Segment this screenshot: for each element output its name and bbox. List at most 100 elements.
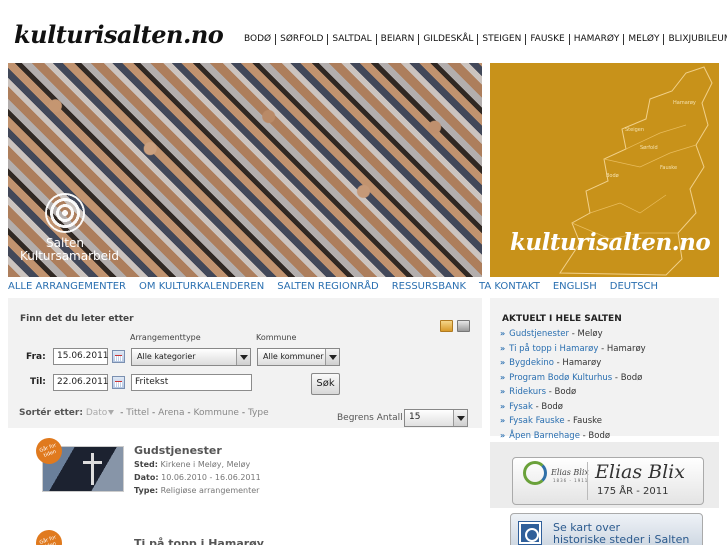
- topnav-item-meloy[interactable]: MELØY: [624, 34, 665, 45]
- blix-name: Elias Blix: [595, 461, 685, 483]
- aktuelt-link[interactable]: Ridekurs: [509, 387, 546, 397]
- nav-ressursbank[interactable]: RESSURSBANK: [392, 281, 466, 292]
- event-type: Type: Religiøse arrangementer: [134, 486, 259, 495]
- list-item: » Ti på topp i Hamarøy - Hamarøy: [500, 343, 646, 354]
- aktuelt-place: Bodø: [620, 372, 643, 383]
- map-marker-icon: [518, 521, 542, 545]
- print-icon[interactable]: [457, 320, 470, 332]
- export-icon[interactable]: [440, 320, 453, 332]
- salten-kultursamarbeid-logo: Salten Kultursamarbeid: [20, 193, 119, 263]
- sort-option-dato[interactable]: Dato: [86, 408, 107, 418]
- aktuelt-link[interactable]: Fysak: [509, 402, 533, 412]
- sort-down-icon: [108, 410, 115, 415]
- list-item: » Fysak Fauske - Fauske: [500, 416, 603, 426]
- from-date-input[interactable]: 15.06.2011: [53, 348, 109, 365]
- aktuelt-link[interactable]: Ti på topp i Hamarøy: [509, 344, 598, 354]
- topnav-item-sorfold[interactable]: SØRFOLD: [276, 34, 329, 45]
- aktuelt-link[interactable]: Åpen Barnehage: [509, 431, 580, 441]
- bullet-icon: »: [500, 430, 506, 440]
- event-item: Går for tiden Ti på topp i Hamarøy: [36, 530, 476, 545]
- limit-label: Begrens Antall: [337, 413, 403, 423]
- nav-ta-kontakt[interactable]: TA KONTAKT: [479, 281, 540, 292]
- search-panel-title: Finn det du leter etter: [20, 314, 134, 324]
- blix-jubilee-banner[interactable]: Elias Blix 1836 - 1911 Elias Blix 175 ÅR…: [512, 457, 704, 505]
- aktuelt-place: Hamarøy: [562, 358, 602, 368]
- sort-option-kommune[interactable]: Kommune: [194, 408, 239, 418]
- limit-select-value: 15: [409, 412, 421, 422]
- sort-option-arena[interactable]: Arena: [158, 408, 184, 418]
- topnav-item-bodo[interactable]: BODØ: [240, 34, 277, 45]
- event-venue: Sted: Kirkene i Meløy, Meløy: [134, 460, 250, 469]
- aktuelt-list: » Gudstjenester - Meløy » Ti på topp i Ham…: [500, 327, 646, 443]
- municipality-select[interactable]: Alle kommuner: [257, 348, 340, 366]
- event-item: Går for tiden Gudstjenester Sted: Kirken…: [32, 434, 476, 498]
- to-label: Til:: [30, 377, 46, 387]
- topnav-item-hamaroy[interactable]: HAMARØY: [570, 34, 625, 45]
- event-title[interactable]: Gudstjenester: [134, 444, 222, 457]
- salten-logo-line2: Kultursamarbeid: [20, 249, 119, 263]
- list-item: » Program Bodø Kulturhus - Bodø: [500, 372, 643, 383]
- to-date-input[interactable]: 22.06.2011: [53, 374, 109, 391]
- bullet-icon: »: [500, 401, 506, 411]
- list-item: » Fysak - Bodø: [500, 401, 563, 412]
- site-logo[interactable]: kulturisalten.no: [14, 20, 224, 49]
- venue-label: Sted:: [134, 460, 158, 469]
- type-value: Religiøse arrangementer: [160, 486, 260, 495]
- date-value: 10.06.2010 - 16.06.2011: [161, 473, 261, 482]
- topnav-item-gildeskal[interactable]: GILDESKÅL: [419, 34, 479, 45]
- list-item: » Åpen Barnehage - Bodø: [500, 430, 611, 441]
- topnav-item-fauske[interactable]: FAUSKE: [526, 34, 570, 45]
- to-calendar-icon[interactable]: [112, 376, 125, 389]
- swirl-icon: [45, 193, 85, 233]
- category-label: Arrangementtype: [130, 333, 201, 342]
- bullet-icon: »: [500, 416, 506, 425]
- municipality-nav: BODØ SØRFOLD SALTDAL BEIARN GILDESKÅL ST…: [240, 34, 727, 45]
- from-calendar-icon[interactable]: [112, 350, 125, 363]
- salten-map-banner[interactable]: Hamarøy Sørfold Steigen Bodø Fauske kult…: [490, 63, 719, 277]
- search-button[interactable]: Søk: [311, 373, 340, 395]
- type-label: Type:: [134, 486, 159, 495]
- chevron-down-icon: [453, 410, 467, 426]
- nav-alle-arrangementer[interactable]: ALLE ARRANGEMENTER: [8, 281, 126, 292]
- category-select[interactable]: Alle kategorier: [131, 348, 251, 366]
- main-nav: ALLE ARRANGEMENTER OM KULTURKALENDEREN S…: [8, 281, 671, 292]
- bullet-icon: »: [500, 372, 506, 382]
- topnav-item-steigen[interactable]: STEIGEN: [478, 34, 527, 45]
- nav-deutsch[interactable]: DEUTSCH: [610, 281, 658, 292]
- aktuelt-link[interactable]: Program Bodø Kulturhus: [509, 373, 612, 383]
- aktuelt-link[interactable]: Fysak Fauske: [509, 416, 564, 426]
- cross-icon-bar: [83, 461, 102, 464]
- topnav-item-saltdal[interactable]: SALTDAL: [328, 34, 377, 45]
- aktuelt-link[interactable]: Bygdekino: [509, 358, 554, 368]
- sort-option-tittel[interactable]: Tittel: [126, 408, 149, 418]
- venue-value: Kirkene i Meløy, Meløy: [160, 460, 251, 469]
- blix-years: 175 ÅR - 2011: [597, 486, 669, 497]
- map-label-bodo: Bodø: [606, 173, 619, 179]
- sort-row: Sortér etter: Dato - Tittel - Arena - Ko…: [19, 408, 269, 418]
- map-label-sorfold: Sørfold: [640, 145, 658, 151]
- limit-select[interactable]: 15: [404, 409, 468, 427]
- nav-om-kulturkalenderen[interactable]: OM KULTURKALENDEREN: [139, 281, 264, 292]
- bullet-icon: »: [500, 329, 506, 338]
- aktuelt-place: Bodø: [554, 387, 577, 397]
- list-item: » Ridekurs - Bodø: [500, 387, 577, 397]
- municipality-label: Kommune: [256, 333, 297, 342]
- historic-map-line2: historiske steder i Salten: [553, 533, 690, 545]
- topnav-item-blixjubileum[interactable]: BLIXJUBILEUM: [664, 34, 727, 45]
- aktuelt-place: Meløy: [577, 329, 603, 339]
- nav-salten-regionrad[interactable]: SALTEN REGIONRÅD: [277, 281, 378, 292]
- aktuelt-place: Fauske: [573, 416, 603, 426]
- bullet-icon: »: [500, 343, 506, 353]
- historic-map-banner[interactable]: Se kart over historiske steder i Salten: [510, 513, 703, 545]
- freetext-input[interactable]: Fritekst: [131, 374, 252, 391]
- nav-english[interactable]: ENGLISH: [553, 281, 597, 292]
- map-label-steigen: Steigen: [625, 127, 645, 133]
- event-title[interactable]: Ti på topp i Hamarøy: [134, 537, 264, 545]
- chevron-down-icon: [236, 349, 250, 365]
- historic-map-text: Se kart over historiske steder i Salten: [553, 522, 689, 545]
- sort-option-type[interactable]: Type: [248, 408, 269, 418]
- topnav-item-beiarn[interactable]: BEIARN: [377, 34, 420, 45]
- municipality-select-value: Alle kommuner: [263, 352, 324, 361]
- bullet-icon: »: [500, 358, 506, 367]
- aktuelt-link[interactable]: Gudstjenester: [509, 329, 569, 339]
